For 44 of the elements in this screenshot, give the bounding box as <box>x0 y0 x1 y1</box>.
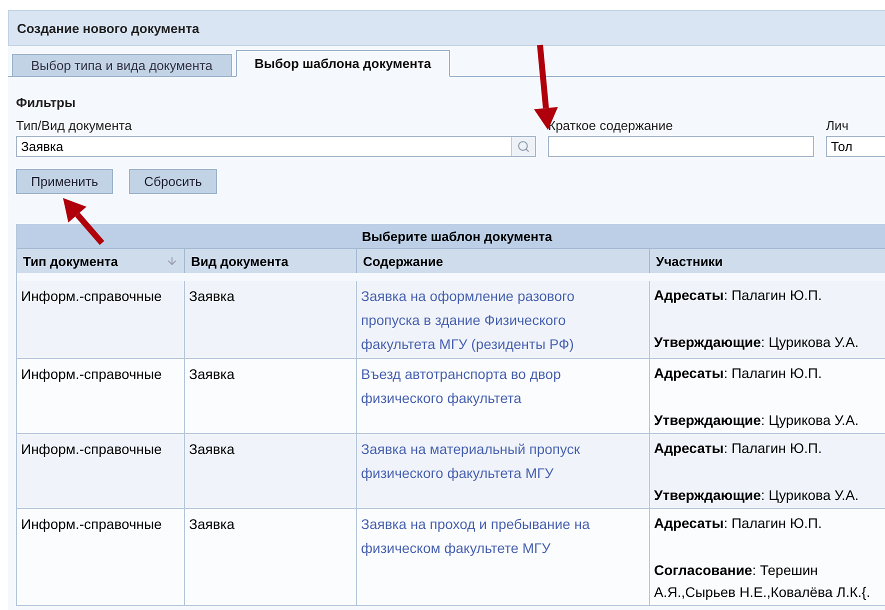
input-field[interactable] <box>548 136 814 157</box>
table-cell: Информ.-справочные <box>17 359 185 434</box>
filters-heading: Фильтры <box>16 95 77 110</box>
template-link[interactable]: Заявка на оформление разового пропуска в здание Физического факультета МГУ (резиденты РФ) <box>361 284 593 356</box>
participant-text: Адресаты: Палагин Ю.П. <box>654 514 823 533</box>
table-cell: Информ.-справочные <box>17 509 185 606</box>
window-title: Создание нового документа <box>8 10 885 46</box>
input-field[interactable]: Тол <box>826 136 885 157</box>
search-icon <box>517 140 530 153</box>
apply-button[interactable]: Применить <box>16 169 114 194</box>
field-label: Краткое содержание <box>548 118 674 133</box>
participant-text: Утверждающие: Цурикова У.А. <box>654 333 860 352</box>
template-link[interactable]: Въезд автотранспорта во двор физического факультета <box>361 362 593 410</box>
search-button[interactable] <box>511 137 535 156</box>
participant-text: Адресаты: Палагин Ю.П. <box>654 286 823 305</box>
reset-button[interactable]: Сбросить <box>129 169 217 194</box>
template-link[interactable]: Заявка на проход и пребывание на физическом факультете МГУ <box>361 512 593 560</box>
participant-text: Адресаты: Палагин Ю.П. <box>654 364 823 383</box>
column-header[interactable]: Участники <box>650 249 885 273</box>
column-label: Содержание <box>363 254 444 268</box>
column-label: Вид документа <box>191 254 288 268</box>
field-label: Тип/Вид документа <box>16 118 133 133</box>
table-cell: Заявка <box>185 359 357 434</box>
table-cell: Заявка <box>185 434 357 509</box>
table-cell: Заявка <box>185 509 357 606</box>
input-field[interactable]: Заявка <box>16 136 536 157</box>
column-label: Участники <box>656 254 723 268</box>
table-cell: Информ.-справочные <box>17 281 185 359</box>
table-cell: Информ.-справочные <box>17 434 185 509</box>
table-cell: Заявка <box>185 281 357 359</box>
participant-text: Утверждающие: Цурикова У.А. <box>654 486 860 505</box>
column-header[interactable]: Содержание <box>357 249 650 273</box>
column-label: Тип документа <box>23 254 118 268</box>
column-header[interactable]: Тип документа <box>17 249 185 273</box>
participant-text: Утверждающие: Цурикова У.А. <box>654 411 860 430</box>
tab[interactable]: Выбор шаблона документа <box>236 50 450 77</box>
annotation-arrow <box>63 198 104 245</box>
participant-text: Согласование: Терешин А.Я.,Сырьев Н.Е.,Ковалёва Л.К.{. <box>654 561 872 602</box>
participant-text: Адресаты: Палагин Ю.П. <box>654 439 823 458</box>
column-header[interactable]: Вид документа <box>185 249 357 273</box>
table-caption: Выберите шаблон документа <box>17 224 885 249</box>
template-link[interactable]: Заявка на материальный пропуск физического факультета МГУ <box>361 437 593 485</box>
tab[interactable]: Выбор типа и вида документа <box>12 54 232 76</box>
field-label: Лич <box>826 118 850 133</box>
